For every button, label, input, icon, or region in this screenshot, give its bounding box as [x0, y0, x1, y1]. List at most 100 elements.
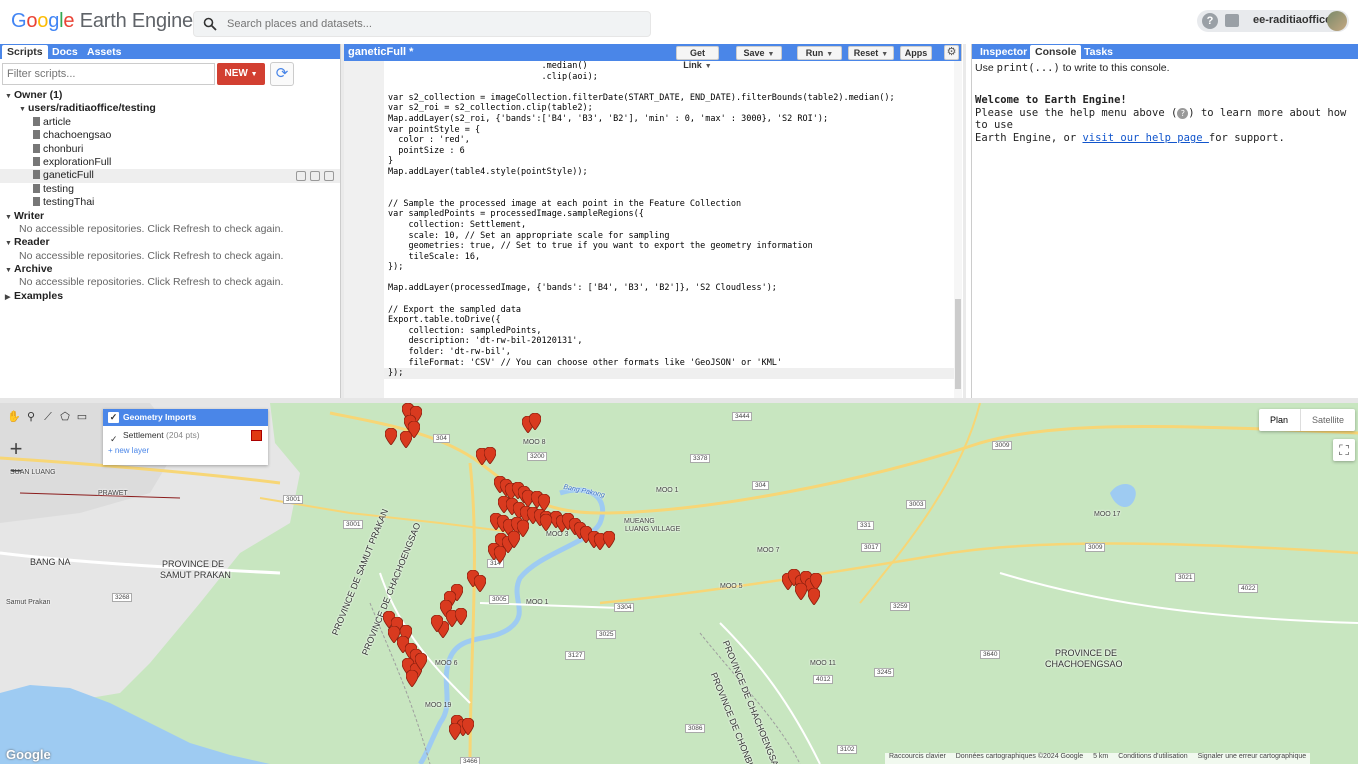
code-line[interactable]: 89// Sample the processed image at each … — [384, 199, 954, 210]
rectangle-icon[interactable]: ▭ — [74, 409, 90, 425]
code-line[interactable]: 102 description: 'dt-rw-bil-20120131', — [384, 336, 954, 347]
geometry-layer-row[interactable]: ✓ Settlement (204 pts) — [103, 426, 268, 444]
code-line[interactable]: 83 color : 'red', — [384, 135, 954, 146]
code-line[interactable]: 93 geometries: true, // Set to true if y… — [384, 241, 954, 252]
settlement-marker-icon[interactable] — [400, 431, 412, 448]
settlement-marker-icon[interactable] — [462, 718, 474, 735]
tab-console[interactable]: Console — [1030, 45, 1082, 59]
code-line[interactable]: 78 — [384, 82, 954, 93]
chevron-down-icon[interactable]: ▼ — [765, 51, 775, 58]
code-area[interactable]: 76 .median()77 .clip(aoi);7879var s2_col… — [384, 61, 954, 398]
edit-icon[interactable] — [310, 171, 320, 182]
tree-repo[interactable]: ▼ users/raditiaoffice/testing — [0, 102, 340, 115]
point-icon[interactable]: ⚲ — [23, 409, 39, 425]
terms-link[interactable]: Conditions d'utilisation — [1114, 753, 1191, 760]
geometry-imports-header[interactable]: ✓ Geometry Imports — [103, 409, 268, 426]
settlement-marker-icon[interactable] — [508, 531, 520, 548]
filter-scripts-input[interactable] — [2, 63, 215, 85]
settlement-marker-icon[interactable] — [529, 413, 541, 430]
settlement-marker-icon[interactable] — [474, 575, 486, 592]
code-line[interactable]: 77 .clip(aoi); — [384, 72, 954, 83]
help-icon[interactable]: ? — [1202, 13, 1218, 29]
run-button[interactable]: Run ▼ — [797, 46, 842, 60]
help-page-link[interactable]: visit our help page — [1082, 132, 1208, 144]
reset-button[interactable]: Reset ▼ — [848, 46, 894, 60]
scrollbar-thumb[interactable] — [955, 299, 961, 389]
settlement-marker-icon[interactable] — [431, 615, 443, 632]
checkbox-icon[interactable]: ✓ — [110, 430, 118, 448]
code-line[interactable]: 92 scale: 10, // Set an appropriate scal… — [384, 231, 954, 242]
tab-tasks[interactable]: Tasks — [1079, 45, 1118, 59]
history-icon[interactable] — [296, 171, 306, 182]
code-line[interactable]: 97Map.addLayer(processedImage, {'bands':… — [384, 283, 954, 294]
code-line[interactable]: 87 — [384, 178, 954, 189]
settlement-marker-icon[interactable] — [808, 588, 820, 605]
earth-engine-logo[interactable]: Google Earth Engine — [11, 10, 193, 33]
code-line[interactable]: 99// Export the sampled data — [384, 305, 954, 316]
settlement-marker-icon[interactable] — [415, 653, 427, 670]
refresh-icon[interactable]: ⟳ — [270, 62, 294, 86]
code-line[interactable]: 104 fileFormat: 'CSV' // You can choose … — [384, 358, 954, 369]
code-line[interactable]: 82▼var pointStyle = { — [384, 125, 954, 136]
code-line[interactable]: 80var s2_roi = s2_collection.clip(table2… — [384, 103, 954, 114]
tree-file[interactable]: chonburi — [0, 143, 340, 156]
code-line[interactable]: 81Map.addLayer(s2_roi, {'bands':['B4', '… — [384, 114, 954, 125]
editor-scrollbar[interactable] — [954, 61, 962, 398]
code-line[interactable]: 103 folder: 'dt-rw-bil', — [384, 347, 954, 358]
polygon-icon[interactable]: ⬠ — [57, 409, 73, 425]
settlement-marker-icon[interactable] — [540, 514, 552, 531]
chevron-down-icon[interactable]: ▼ — [823, 51, 833, 58]
fullscreen-icon[interactable]: ⛶ — [1333, 439, 1355, 461]
keyboard-shortcuts-link[interactable]: Raccourcis clavier — [885, 753, 950, 760]
tab-scripts[interactable]: Scripts — [2, 45, 48, 59]
tree-file[interactable]: chachoengsao — [0, 129, 340, 142]
code-line[interactable]: 98 — [384, 294, 954, 305]
tree-file-selected[interactable]: ganeticFull — [0, 169, 340, 183]
tree-examples[interactable]: ▶ Examples — [0, 290, 340, 303]
get-link-button[interactable]: Get Link ▼ — [676, 46, 719, 70]
code-line[interactable]: 95}); — [384, 262, 954, 273]
code-line[interactable]: 86Map.addLayer(table4.style(pointStyle))… — [384, 167, 954, 178]
settlement-marker-icon[interactable] — [494, 546, 506, 563]
zoom-out-button[interactable]: − — [5, 460, 27, 482]
tab-docs[interactable]: Docs — [47, 45, 83, 59]
code-line[interactable]: 100▼Export.table.toDrive({ — [384, 315, 954, 326]
tree-archive[interactable]: ▼ Archive — [0, 263, 340, 276]
delete-icon[interactable] — [324, 171, 334, 182]
tree-file[interactable]: testingThai — [0, 196, 340, 209]
tab-assets[interactable]: Assets — [82, 45, 126, 59]
tree-file[interactable]: explorationFull — [0, 156, 340, 169]
apps-button[interactable]: Apps — [900, 46, 932, 60]
map-view[interactable]: PROVINCE DE SAMUT PRAKAN PROVINCE DE CHA… — [0, 403, 1358, 764]
tree-reader[interactable]: ▼ Reader — [0, 236, 340, 249]
map-type-satellite[interactable]: Satellite — [1300, 409, 1355, 431]
save-button[interactable]: Save ▼ — [736, 46, 782, 60]
chevron-down-icon[interactable]: ▼ — [878, 51, 888, 58]
settlement-marker-icon[interactable] — [795, 583, 807, 600]
settlement-marker-icon[interactable] — [603, 531, 615, 548]
code-line[interactable]: 91 collection: Settlement, — [384, 220, 954, 231]
new-layer-link[interactable]: + new layer — [103, 444, 268, 457]
settlement-marker-icon[interactable] — [406, 670, 418, 687]
map-type-plan[interactable]: Plan — [1259, 409, 1299, 431]
code-line[interactable]: 106 — [384, 379, 954, 390]
gear-icon[interactable]: ⚙ — [944, 45, 959, 60]
code-line[interactable]: 84 pointSize : 6 — [384, 146, 954, 157]
report-error-link[interactable]: Signaler une erreur cartographique — [1194, 753, 1311, 760]
tree-owner[interactable]: ▼ Owner (1) — [0, 89, 340, 102]
layer-color-swatch[interactable] — [251, 430, 262, 441]
code-line[interactable]: 88 — [384, 188, 954, 199]
line-icon[interactable]: ⟋ — [40, 409, 56, 425]
settlement-marker-icon[interactable] — [455, 608, 467, 625]
search-input[interactable] — [227, 15, 637, 33]
tab-inspector[interactable]: Inspector — [975, 45, 1032, 59]
code-line[interactable]: 85i} — [384, 156, 954, 167]
checkbox-icon[interactable]: ✓ — [108, 412, 119, 423]
avatar[interactable] — [1327, 11, 1347, 31]
code-line[interactable]: 94 tileScale: 16, — [384, 252, 954, 263]
new-button[interactable]: NEW ▼ — [217, 63, 265, 85]
search-box[interactable] — [193, 11, 651, 37]
code-line[interactable]: 107 — [384, 389, 954, 398]
settlement-marker-icon[interactable] — [484, 447, 496, 464]
code-line[interactable]: 105}); — [384, 368, 954, 379]
